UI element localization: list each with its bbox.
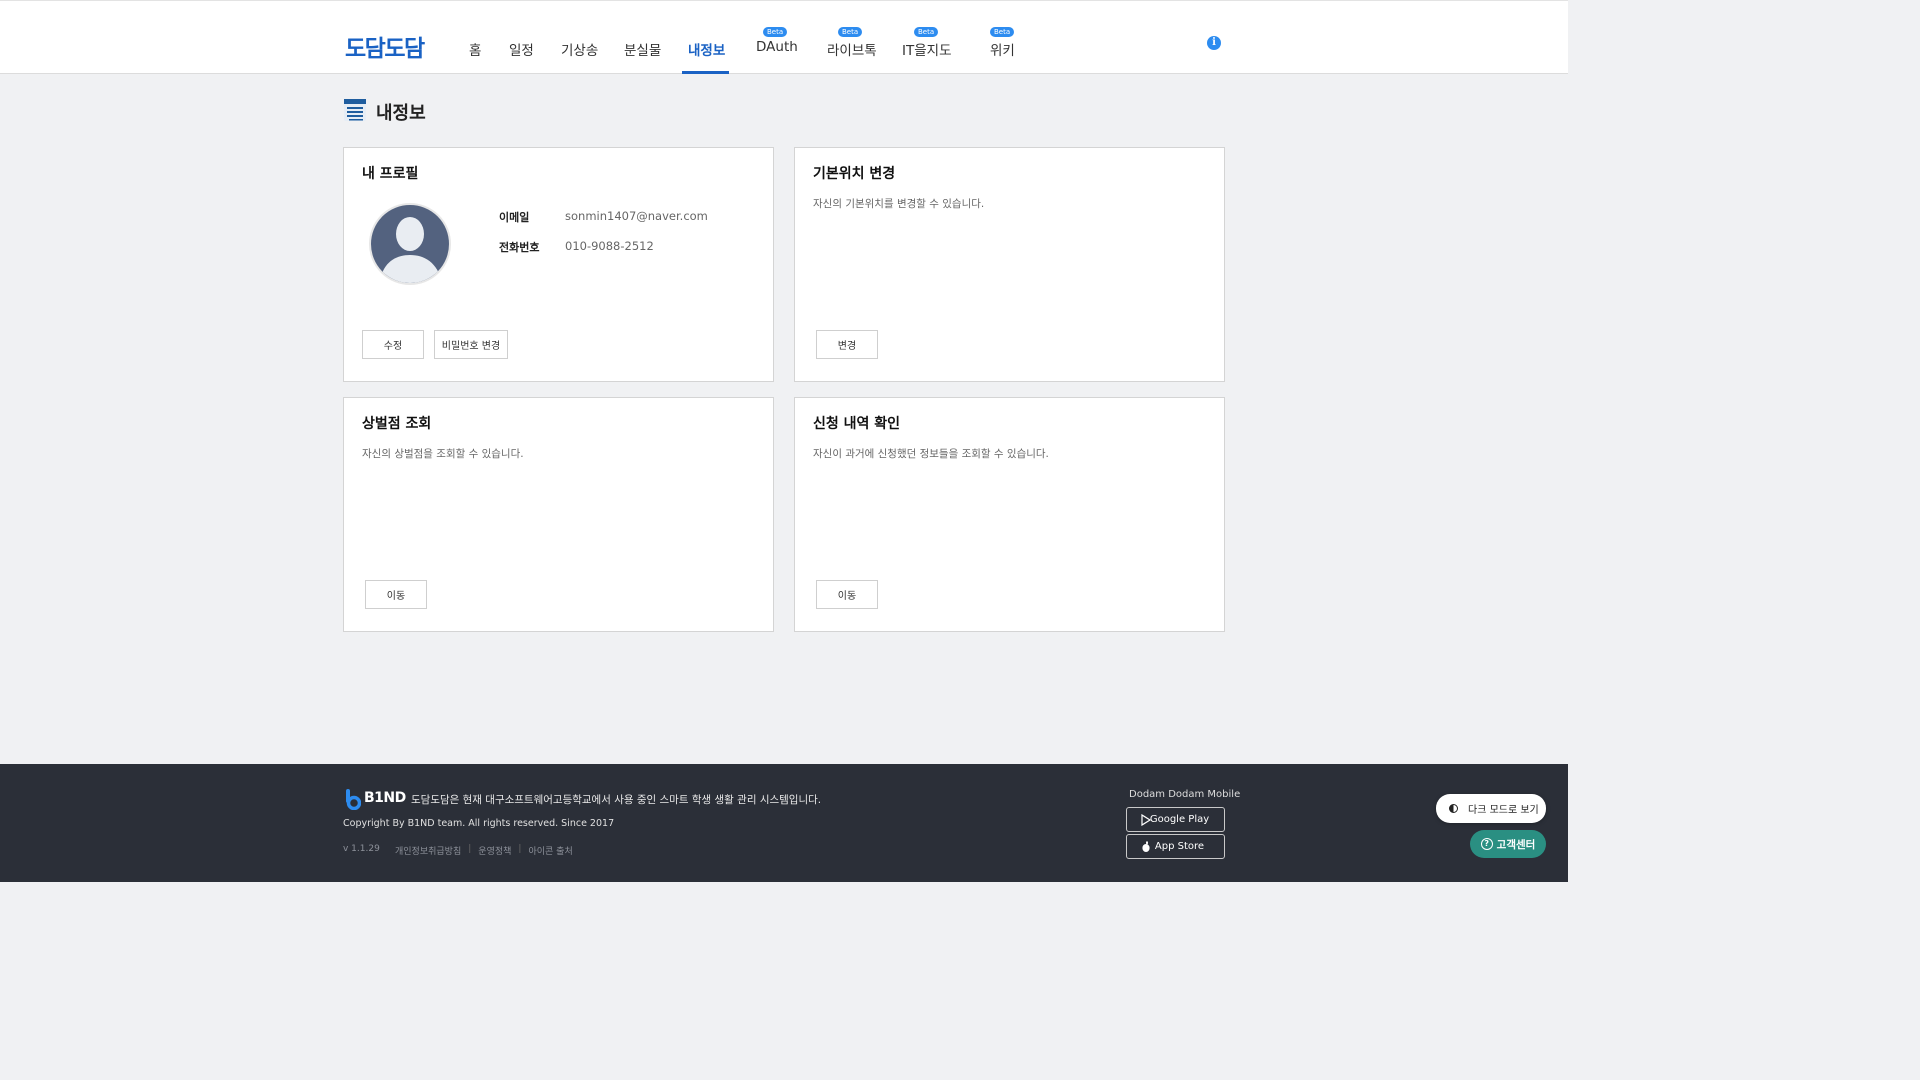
default-location-card: 기본위치 변경 자신의 기본위치를 변경할 수 있습니다. 변경 — [794, 147, 1225, 382]
profile-card: 내 프로필 이메일 sonmin1407@naver.com 전화번호 010-… — [343, 147, 774, 382]
location-card-title: 기본위치 변경 — [813, 166, 896, 182]
phone-label: 전화번호 — [499, 241, 540, 254]
google-play-label: Google Play — [1149, 814, 1210, 825]
application-history-card: 신청 내역 확인 자신이 과거에 신청했던 정보들을 조회할 수 있습니다. 이… — [794, 397, 1225, 632]
history-card-desc: 자신이 과거에 신청했던 정보들을 조회할 수 있습니다. — [813, 448, 1049, 460]
merit-points-card: 상벌점 조회 자신의 상벌점을 조회할 수 있습니다. 이동 — [343, 397, 774, 632]
nav-dauth[interactable]: DAuth — [756, 39, 798, 55]
nav-my-info[interactable]: 내정보 — [688, 39, 725, 59]
operation-policy-link[interactable]: 운영정책 — [478, 844, 511, 857]
footer-description: 도담도담은 현재 대구소프트웨어고등학교에서 사용 중인 스마트 학생 생활 관… — [411, 794, 822, 806]
points-go-button[interactable]: 이동 — [365, 580, 427, 609]
footer: B1ND 도담도담은 현재 대구소프트웨어고등학교에서 사용 중인 스마트 학생… — [0, 764, 1568, 882]
nav-wiki[interactable]: 위키 — [990, 39, 1015, 59]
nav-schedule[interactable]: 일정 — [509, 39, 534, 59]
google-play-button[interactable]: Google Play — [1126, 807, 1225, 832]
app-store-button[interactable]: App Store — [1126, 834, 1225, 859]
beta-badge: Beta — [838, 27, 863, 37]
icon-source-link[interactable]: 아이콘 출처 — [528, 844, 572, 857]
email-label: 이메일 — [499, 211, 530, 224]
beta-badge: Beta — [914, 27, 939, 37]
nav-lost-found[interactable]: 분실물 — [624, 39, 661, 59]
dark-mode-toggle[interactable]: 다크 모드로 보기 — [1436, 794, 1546, 823]
privacy-policy-link[interactable]: 개인정보취급방침 — [395, 844, 461, 857]
dodam-logo[interactable]: 도담도담 — [345, 29, 425, 63]
customer-center-button[interactable]: ? 고객센터 — [1470, 830, 1546, 858]
dark-mode-label: 다크 모드로 보기 — [1468, 805, 1539, 816]
avatar — [369, 203, 451, 285]
list-document-icon — [344, 99, 366, 121]
link-separator: | — [468, 844, 472, 854]
version-label: v 1.1.29 — [343, 844, 380, 854]
edit-profile-button[interactable]: 수정 — [362, 330, 424, 359]
change-location-button[interactable]: 변경 — [816, 330, 878, 359]
link-separator: | — [518, 844, 522, 854]
top-navigation-bar: 도담도담 홈 일정 기상송 분실물 내정보 DAuth Beta 라이브톡 Be… — [0, 0, 1568, 74]
points-card-title: 상벌점 조회 — [362, 416, 432, 432]
footer-links: 개인정보취급방침 | 운영정책 | 아이콘 출처 — [395, 844, 573, 857]
history-go-button[interactable]: 이동 — [816, 580, 878, 609]
user-silhouette-icon — [379, 217, 443, 283]
email-value: sonmin1407@naver.com — [565, 209, 708, 223]
app-store-label: App Store — [1154, 841, 1205, 852]
help-icon: ? — [1480, 838, 1493, 850]
google-play-icon — [1141, 814, 1152, 826]
beta-badge: Beta — [990, 27, 1015, 37]
customer-center-label: 고객센터 — [1496, 838, 1536, 851]
profile-card-title: 내 프로필 — [362, 166, 419, 182]
phone-value: 010-9088-2512 — [565, 239, 654, 253]
nav-live-talk[interactable]: 라이브톡 — [827, 39, 877, 59]
beta-badge: Beta — [763, 27, 788, 37]
nav-home[interactable]: 홈 — [469, 39, 481, 59]
footer-brand: B1ND — [364, 790, 406, 806]
history-card-title: 신청 내역 확인 — [813, 416, 901, 432]
page-title: 내정보 — [376, 103, 426, 124]
apple-icon — [1142, 841, 1150, 852]
nav-wakeup-song[interactable]: 기상송 — [561, 39, 598, 59]
change-password-button[interactable]: 비밀번호 변경 — [434, 330, 508, 359]
b1nd-logo-icon — [346, 789, 361, 810]
footer-copyright: Copyright By B1ND team. All rights reser… — [343, 818, 615, 829]
info-icon[interactable]: i — [1207, 36, 1221, 50]
contrast-icon — [1449, 804, 1458, 813]
nav-it-map[interactable]: IT을지도 — [902, 39, 952, 59]
location-card-desc: 자신의 기본위치를 변경할 수 있습니다. — [813, 198, 985, 210]
points-card-desc: 자신의 상벌점을 조회할 수 있습니다. — [362, 448, 524, 460]
mobile-app-title: Dodam Dodam Mobile — [1129, 789, 1241, 800]
active-tab-indicator — [682, 71, 729, 74]
